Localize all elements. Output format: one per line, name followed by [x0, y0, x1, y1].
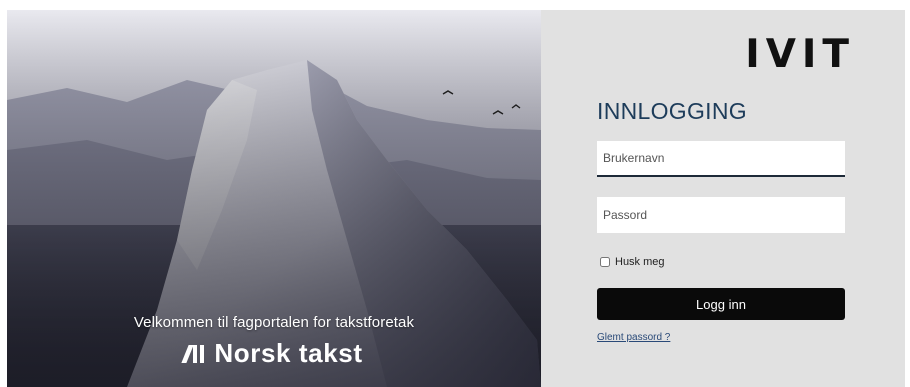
login-title: INNLOGGING [597, 98, 747, 124]
norsk-takst-mark-icon [181, 344, 205, 363]
username-input[interactable] [597, 141, 845, 177]
welcome-text: Velkommen til fagportalen for takstforet… [133, 314, 415, 331]
forgot-password-link[interactable]: Glemt passord ? [597, 332, 670, 343]
login-button[interactable]: Logg inn [597, 288, 845, 320]
ivit-logo: IVIT [745, 32, 855, 77]
login-page: Velkommen til fagportalen for takstforet… [7, 10, 905, 387]
brand-name: Norsk takst [214, 338, 363, 368]
norsk-takst-logo: Norsk takst [7, 338, 541, 369]
login-panel: IVIT INNLOGGING Husk meg Logg inn Glemt … [541, 10, 905, 387]
remember-me-checkbox[interactable] [600, 257, 610, 267]
hero-image: Velkommen til fagportalen for takstforet… [7, 10, 541, 387]
password-input[interactable] [597, 197, 845, 233]
remember-me[interactable]: Husk meg [600, 256, 665, 268]
remember-me-label: Husk meg [615, 256, 665, 268]
